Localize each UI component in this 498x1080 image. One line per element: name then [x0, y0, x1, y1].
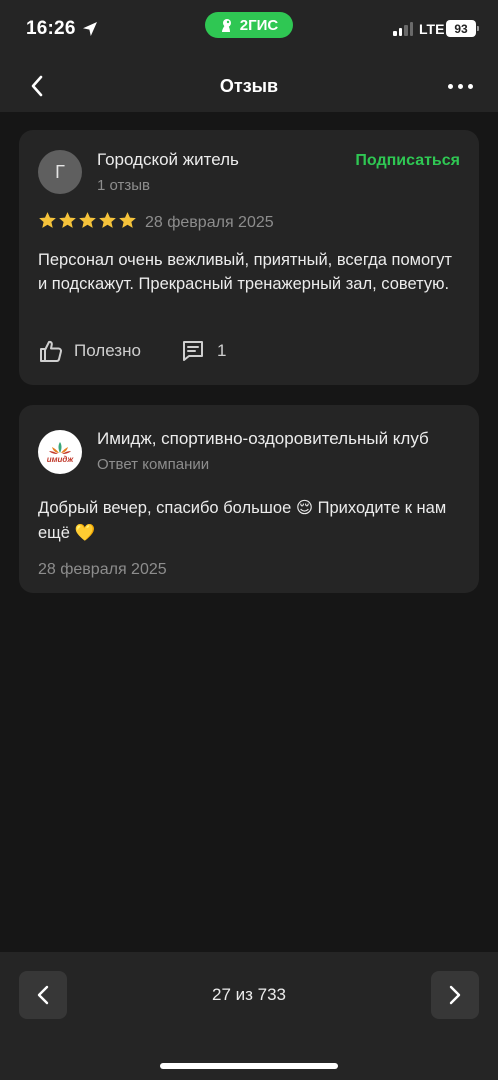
page-title: Отзыв — [219, 76, 279, 96]
more-horizontal-icon — [447, 83, 453, 89]
next-review-button[interactable] — [431, 971, 479, 1019]
star-icon — [39, 212, 56, 228]
review-card: Г Городской житель 1 отзыв Подписаться 2… — [19, 130, 479, 385]
status-bar: 16:26 2ГИС LTE 93 — [0, 0, 498, 60]
company-logo[interactable]: имидж — [38, 430, 82, 474]
status-time: 16:26 — [26, 18, 76, 39]
star-icon — [59, 212, 76, 228]
comments-button[interactable]: 1 — [181, 336, 226, 366]
reply-date: 28 февраля 2025 — [38, 561, 167, 578]
cellular-signal-icon — [393, 22, 413, 36]
author-name[interactable]: Городской житель — [97, 150, 239, 170]
author-avatar[interactable]: Г — [38, 150, 82, 194]
star-icon — [99, 212, 116, 228]
app-badge-label: 2ГИС — [239, 16, 279, 34]
network-type: LTE — [419, 21, 445, 37]
subscribe-button[interactable]: Подписаться — [355, 152, 460, 170]
review-position-counter: 27 из 733 — [211, 985, 286, 1004]
comments-count: 1 — [217, 341, 227, 360]
review-date: 28 февраля 2025 — [145, 214, 274, 231]
2gis-logo-icon — [221, 19, 231, 32]
top-nav-bar: Отзыв — [0, 60, 498, 112]
company-reply-label: Ответ компании — [97, 456, 210, 473]
reply-text: Добрый вечер, спасибо большое 😌 Приходит… — [38, 499, 447, 542]
star-icon — [119, 212, 136, 228]
lotus-logo-icon — [49, 441, 71, 454]
battery-level: 93 — [454, 21, 468, 36]
thumbs-up-icon — [40, 340, 62, 362]
useful-label: Полезно — [74, 341, 141, 360]
app-badge[interactable]: 2ГИС — [205, 12, 293, 38]
chevron-right-icon — [449, 985, 461, 1005]
company-name[interactable]: Имидж, спортивно-оздоровительный клуб — [97, 429, 447, 449]
useful-button[interactable]: Полезно — [38, 336, 141, 366]
star-icon — [79, 212, 96, 228]
location-arrow-icon — [83, 22, 97, 36]
battery-icon: 93 — [446, 20, 479, 37]
rating-stars — [38, 211, 137, 230]
comment-icon — [183, 341, 203, 361]
review-text: Персонал очень вежливый, приятный, всегд… — [38, 251, 452, 293]
bottom-pagination-bar: 27 из 733 — [0, 952, 498, 1080]
company-reply-card: имидж Имидж, спортивно-оздоровительный к… — [19, 405, 479, 593]
author-review-count: 1 отзыв — [97, 177, 151, 194]
company-logo-text: имидж — [46, 454, 74, 464]
more-options-button[interactable] — [444, 72, 476, 100]
home-indicator[interactable] — [160, 1063, 338, 1069]
